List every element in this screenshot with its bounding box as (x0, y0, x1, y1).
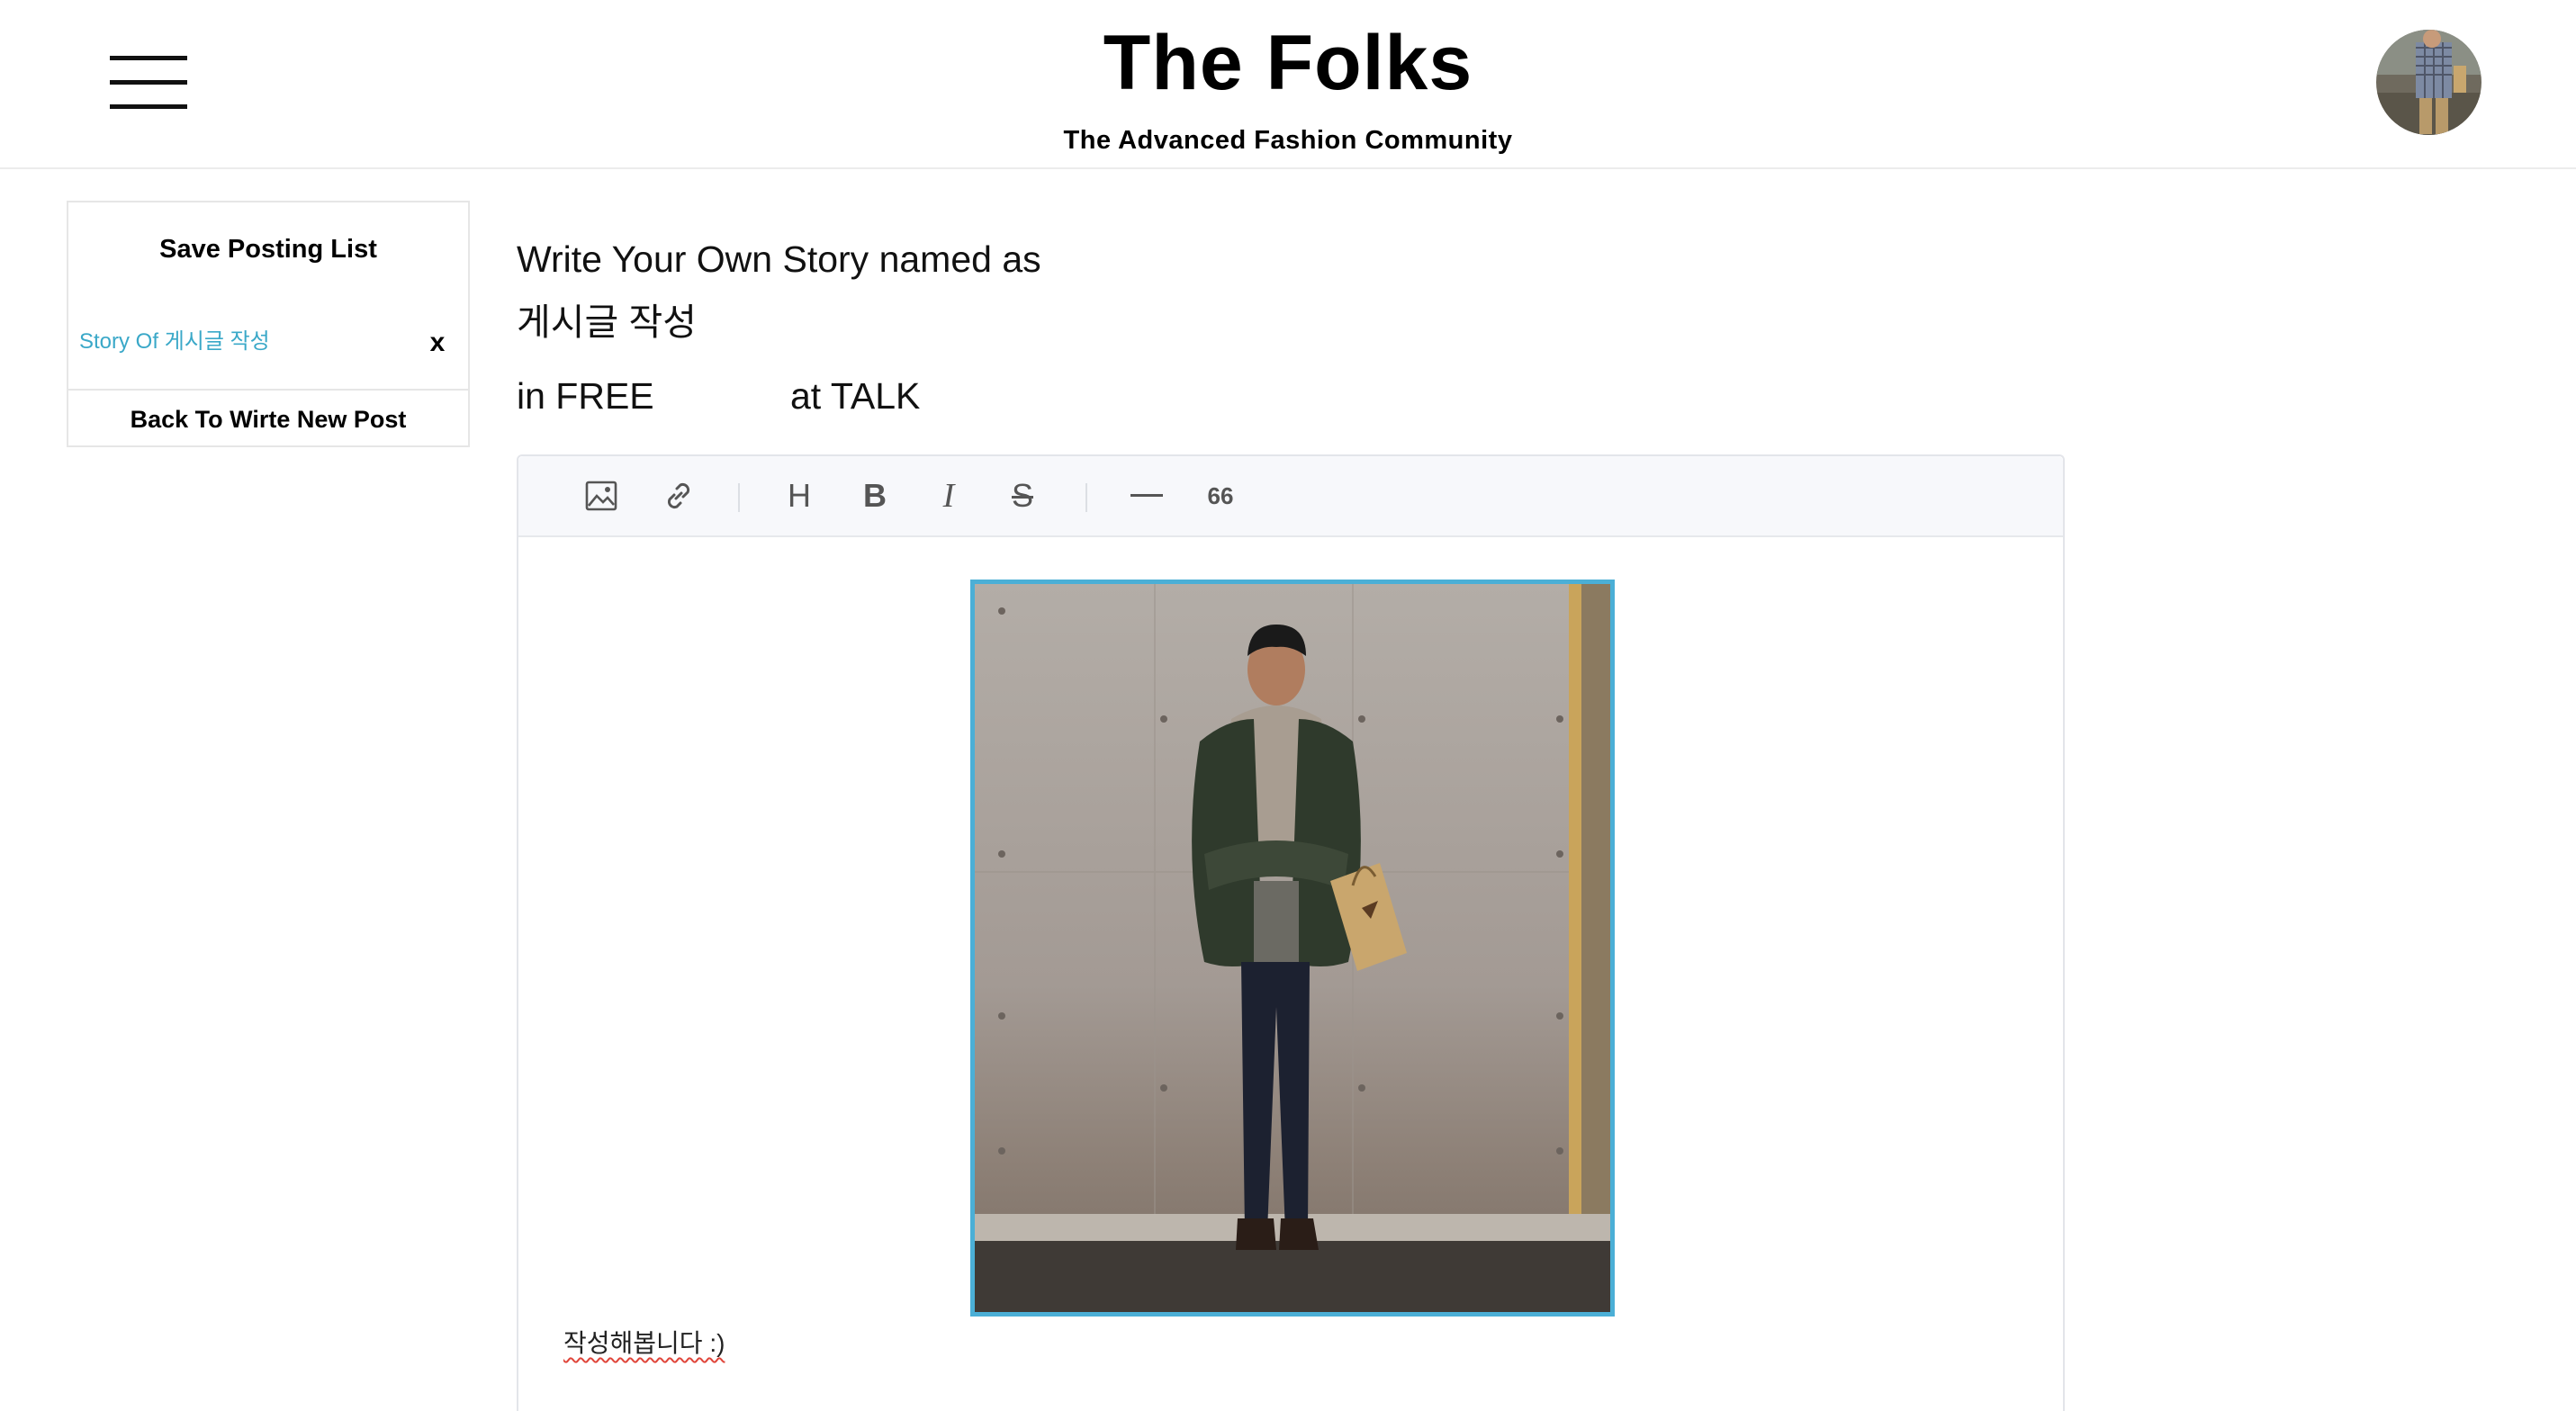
post-title: 게시글 작성 (517, 301, 697, 343)
site-subtitle: The Advanced Fashion Community (1063, 126, 1513, 155)
saved-posting-title: Save Posting List (159, 235, 377, 264)
horizontal-rule-icon[interactable] (1127, 476, 1166, 516)
strikethrough-icon[interactable]: S (1003, 476, 1042, 516)
quote-icon[interactable]: 66 (1201, 476, 1240, 516)
back-to-new-post-button[interactable]: Back To Wirte New Post (68, 391, 468, 445)
uploaded-photo[interactable] (970, 580, 1615, 1317)
board-name: in FREE (517, 375, 654, 417)
image-icon[interactable] (581, 476, 621, 516)
link-icon[interactable] (659, 476, 698, 516)
editor-toolbar: H B I S 66 (518, 456, 2063, 537)
saved-post-link[interactable]: Story Of 게시글 작성 (79, 328, 270, 355)
avatar-photo (2376, 30, 2481, 135)
toolbar-separator (1085, 483, 1087, 512)
post-editor: H B I S 66 작성해봅니다:) (517, 454, 2065, 1411)
user-avatar[interactable] (2376, 30, 2481, 135)
fashion-photo (975, 584, 1610, 1312)
category-name: at TALK (790, 375, 921, 417)
remove-saved-post-button[interactable]: x (421, 327, 454, 359)
bold-icon[interactable]: B (855, 476, 895, 516)
write-story-heading: Write Your Own Story named as (517, 238, 1041, 280)
board-category-line: in FREE at TALK (517, 373, 1057, 419)
italic-icon[interactable]: I (929, 476, 968, 516)
site-title[interactable]: The Folks (0, 18, 2576, 108)
site-header: The Folks The Advanced Fashion Community (0, 0, 2576, 169)
sidebar-divider (68, 389, 468, 391)
toolbar-separator (738, 483, 740, 512)
saved-posting-panel: Save Posting List Story Of 게시글 작성 x Back… (67, 201, 470, 447)
post-body-text[interactable]: 작성해봅니다 :) (563, 1327, 725, 1360)
heading-icon[interactable]: H (779, 476, 819, 516)
